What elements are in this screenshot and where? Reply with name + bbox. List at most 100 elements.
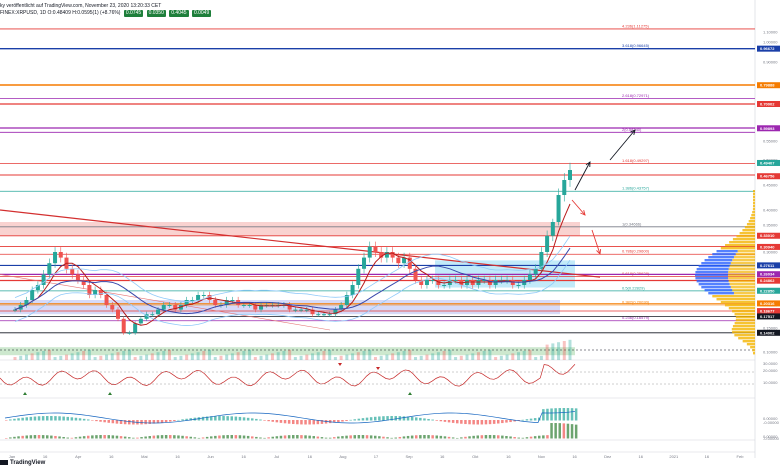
oscillator-bar [251, 436, 254, 439]
candle [241, 305, 246, 306]
volume-bar [122, 351, 126, 360]
oscillator-bar [189, 436, 192, 439]
fib-level-label: 4.236(1.11275) [622, 23, 650, 28]
macd-histogram-bar [451, 420, 455, 423]
oscillator-bar [410, 435, 414, 439]
candle [442, 285, 447, 286]
volume-bar [557, 342, 561, 360]
candle [516, 285, 521, 286]
annotation-arrow [609, 129, 636, 161]
oscillator-bar [369, 435, 373, 439]
oscillator-bar [238, 435, 242, 439]
volume-bar [265, 354, 269, 360]
macd-histogram-bar [242, 417, 246, 421]
volume-bar [511, 353, 515, 360]
macd-histogram-bar [505, 420, 508, 423]
volume-bar [110, 353, 114, 360]
date-axis-label: 16 [705, 454, 710, 459]
volume-profile-bar [695, 274, 728, 277]
volume-bar [425, 354, 429, 360]
oscillator-bar [292, 435, 295, 439]
macd-histogram-bar [144, 420, 147, 425]
volume-bar [373, 357, 377, 360]
oscillator-bar [316, 436, 320, 439]
oscillator-bar [99, 435, 102, 439]
macd-histogram-bar [443, 420, 447, 422]
macd-histogram-bar [62, 416, 65, 421]
volume-profile-bar [729, 283, 755, 286]
oscillator-bar [21, 435, 24, 439]
fib-level-label: 1.386(0.43757) [622, 186, 650, 191]
oscillator-bar [328, 437, 332, 439]
candle [396, 257, 401, 264]
macd-histogram-bar [107, 420, 110, 423]
volume-profile-bar [695, 277, 729, 280]
volume-profile-bar [696, 268, 729, 271]
oscillator-bar [17, 436, 20, 439]
volume-bar [64, 354, 68, 360]
candle [568, 170, 572, 180]
volume-bar [328, 349, 332, 360]
volume-bar [253, 357, 257, 360]
oscillator-bar [287, 435, 291, 439]
macd-histogram-bar [218, 416, 221, 421]
candle [424, 280, 429, 285]
volume-bar [494, 357, 498, 360]
volume-bar [276, 352, 280, 360]
oscillator-bar [181, 435, 184, 439]
oscillator-bar [222, 435, 225, 439]
macd-histogram-bar [70, 417, 74, 421]
date-axis-label: 16 [308, 454, 313, 459]
oscillator-bar [255, 436, 258, 439]
volume-bar [436, 352, 440, 360]
oscillator-bar [480, 435, 484, 439]
macd-histogram-bar [238, 416, 242, 421]
candle [321, 314, 326, 316]
volume-profile-bar [734, 322, 755, 325]
macd-histogram-bar [246, 417, 250, 421]
oscillator-bar [259, 437, 262, 439]
macd-histogram-bar [431, 419, 434, 421]
candle [293, 309, 298, 311]
macd-histogram-bar [267, 420, 270, 422]
oscillator-bar [570, 424, 574, 439]
candle [75, 274, 80, 280]
candle [350, 285, 355, 295]
macd-histogram-bar [378, 416, 381, 421]
oscillator-bar [78, 436, 82, 439]
date-axis-label: Dez [604, 454, 611, 459]
macd-histogram-bar [353, 419, 356, 421]
volume-profile-bar [728, 307, 755, 310]
volume-profile-bar [716, 250, 738, 253]
indicator-axis-label: -0.00000 [763, 420, 780, 425]
candle [156, 309, 161, 315]
oscillator-bar [263, 437, 266, 439]
volume-bar [482, 351, 486, 360]
oscillator-bar [95, 435, 98, 439]
volume-bar [465, 354, 469, 360]
oscillator-bar [357, 435, 361, 439]
volume-profile-bar [712, 253, 736, 256]
fib-level-label: 0.5(0.22829) [622, 285, 645, 290]
oscillator-bar [91, 435, 94, 439]
price-tag-label: 0.17517 [760, 314, 775, 319]
oscillator-bar [308, 435, 311, 439]
macd-histogram-bar [78, 418, 82, 421]
macd-histogram-bar [37, 416, 41, 421]
date-axis-label: Nov [538, 454, 545, 459]
macd-histogram-bar [111, 420, 115, 424]
candle [30, 290, 35, 300]
candle [299, 309, 304, 311]
macd-histogram-bar [13, 418, 16, 421]
macd-histogram-bar [456, 420, 459, 424]
oscillator-bar [505, 435, 508, 439]
oscillator-bar [218, 435, 221, 439]
oscillator-bar [546, 435, 549, 439]
price-axis-label: 1.00000 [763, 40, 778, 45]
oscillator-bar [566, 423, 570, 439]
oscillator-bar [484, 435, 488, 439]
volume-profile-bar [728, 274, 755, 277]
brand-name: TradingView [10, 460, 46, 467]
price-chart[interactable]: 4.236(1.11275) 3.618(0.96645) 2.618(0.7297… [0, 0, 780, 470]
oscillator-bar [50, 435, 53, 439]
